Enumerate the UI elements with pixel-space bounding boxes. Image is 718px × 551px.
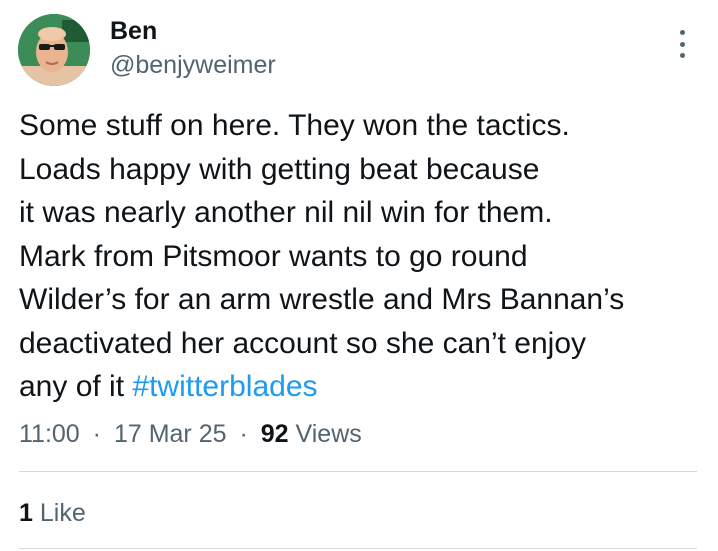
- views-count: 92: [260, 420, 289, 448]
- tweet-line: it was nearly another nil nil win for th…: [19, 196, 553, 229]
- tweet-line: Loads happy with getting beat because: [19, 152, 540, 186]
- tweet-text: Some stuff on here. They won the tactics…: [19, 104, 709, 409]
- avatar[interactable]: [18, 14, 90, 86]
- more-dot: [679, 53, 685, 58]
- author-handle[interactable]: @benjyweimer: [110, 50, 276, 80]
- profile-photo-icon: [18, 14, 90, 86]
- tweet-line: Some stuff on here. They won the tactics…: [19, 109, 570, 142]
- tweet-line: Wilder’s for an arm wrestle and Mrs Bann…: [19, 283, 625, 316]
- tweet-date[interactable]: 17 Mar 25: [114, 420, 227, 448]
- more-dot: [679, 30, 685, 35]
- tweet-line-last: any of it #twitterblades: [19, 365, 709, 409]
- likes-link[interactable]: 1 Like: [19, 497, 86, 529]
- tweet-line-prefix: any of it: [19, 370, 133, 403]
- tweet-card: Ben @benjyweimer Some stuff on here. The…: [0, 0, 718, 551]
- tweet-time[interactable]: 11:00: [19, 420, 80, 448]
- views-label: Views: [295, 420, 362, 448]
- tweet-line: Mark from Pitsmoor wants to go round: [19, 239, 528, 273]
- hashtag-link[interactable]: #twitterblades: [132, 370, 317, 403]
- divider-top: [19, 471, 697, 472]
- meta-separator: ·: [239, 420, 248, 448]
- divider-bottom: [19, 548, 697, 549]
- likes-label: Like: [39, 499, 86, 527]
- likes-count: 1: [19, 499, 33, 527]
- more-options-icon[interactable]: [672, 30, 692, 58]
- tweet-line: deactivated her account so she can’t enj…: [19, 326, 587, 360]
- tweet-meta: 11:00 · 17 Mar 25 · 92 Views: [19, 418, 362, 450]
- meta-separator: ·: [92, 420, 101, 448]
- more-dot: [679, 41, 685, 47]
- author-name[interactable]: Ben: [110, 16, 157, 46]
